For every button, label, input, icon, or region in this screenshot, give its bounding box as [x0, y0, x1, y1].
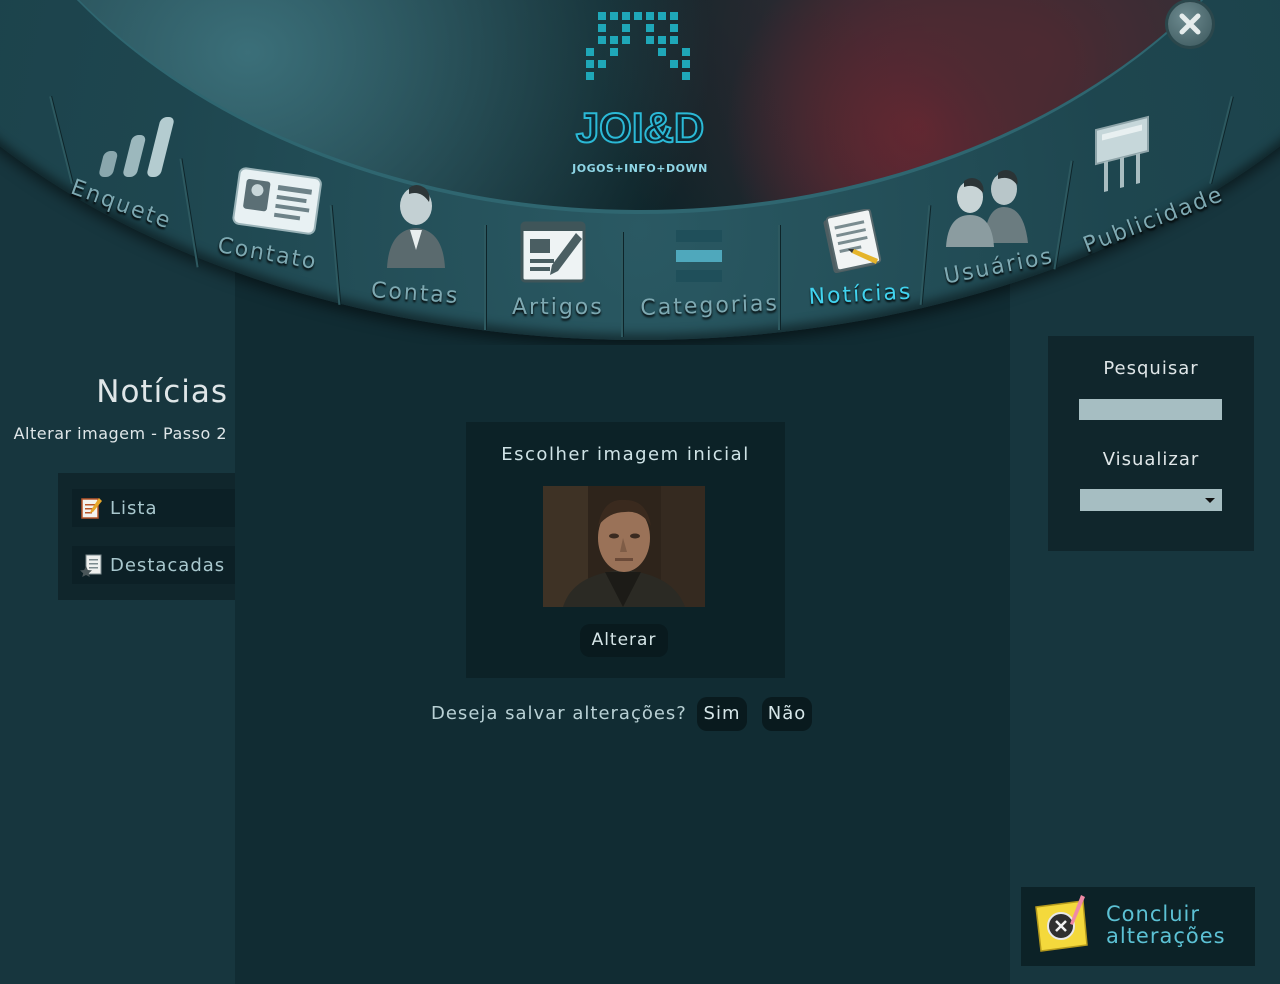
- portrait-image: [543, 486, 705, 607]
- nav-item-contas[interactable]: Contas: [345, 180, 480, 310]
- nav-item-contato[interactable]: Contato: [200, 165, 330, 285]
- nav-label: Notícias: [808, 279, 913, 310]
- nav-item-enquete[interactable]: Enquete: [67, 105, 190, 235]
- nav-label: Contato: [215, 233, 320, 276]
- search-label: Pesquisar: [1103, 358, 1199, 379]
- image-chooser-panel: Escolher imagem inicial Alterar: [466, 422, 785, 678]
- finish-changes-button[interactable]: Concluir alterações: [1021, 887, 1255, 966]
- side-menu-item-lista[interactable]: Lista: [72, 489, 235, 527]
- header: JOI&D JOGOS+INFO+DOWN Enquete Contato Co…: [0, 0, 1280, 345]
- nav-label: Categorias: [640, 291, 780, 321]
- users-icon: [946, 170, 1028, 247]
- nav-divider: [484, 225, 486, 330]
- finish-changes-line2: alterações: [1106, 924, 1226, 948]
- nav-item-noticias[interactable]: Notícias: [790, 205, 920, 315]
- side-menu: Lista Destacadas: [58, 473, 235, 600]
- no-button[interactable]: Não: [762, 697, 812, 731]
- sticky-note-x-icon: [1035, 895, 1088, 952]
- svg-text:JOI&D: JOI&D: [576, 104, 704, 151]
- side-menu-label: Destacadas: [110, 554, 226, 576]
- nav-item-usuarios[interactable]: Usuários: [930, 165, 1060, 295]
- user-icon: [387, 185, 445, 268]
- nav-label: Contas: [370, 278, 461, 310]
- close-icon: [1179, 13, 1201, 35]
- page-subtitle: Alterar imagem - Passo 2: [13, 424, 227, 443]
- nav-label: Enquete: [67, 175, 176, 235]
- view-label: Visualizar: [1102, 449, 1200, 470]
- contact-card-icon: [232, 167, 322, 235]
- search-panel: Pesquisar Visualizar: [1048, 336, 1254, 551]
- nav-label: Publicidade: [1080, 181, 1228, 259]
- image-chooser-title: Escolher imagem inicial: [501, 444, 750, 465]
- yes-button[interactable]: Sim: [697, 697, 747, 731]
- side-menu-label: Lista: [110, 497, 158, 519]
- billboard-icon: [1095, 115, 1149, 193]
- image-preview: [543, 486, 705, 607]
- page-title: Notícias: [96, 374, 228, 410]
- nav-divider: [621, 232, 623, 337]
- nav-item-artigos[interactable]: Artigos: [490, 215, 620, 325]
- article-edit-icon: [520, 221, 586, 283]
- nav-item-publicidade[interactable]: Publicidade: [1068, 105, 1227, 258]
- nav-item-categorias[interactable]: Categorias: [628, 222, 780, 327]
- logo-subtitle: JOGOS+INFO+DOWN: [572, 162, 708, 175]
- nav-label: Artigos: [512, 295, 604, 320]
- search-input[interactable]: [1079, 399, 1222, 420]
- close-button[interactable]: [1168, 2, 1212, 46]
- change-image-button[interactable]: Alterar: [580, 624, 668, 657]
- site-logo[interactable]: JOI&D JOGOS+INFO+DOWN: [560, 4, 720, 184]
- news-icon: [823, 209, 882, 274]
- finish-changes-label: Concluir alterações: [1106, 903, 1226, 947]
- save-question: Deseja salvar alterações?: [431, 703, 687, 724]
- list-edit-icon: [80, 496, 104, 520]
- bar-chart-icon: [99, 117, 174, 177]
- nav-label: Usuários: [942, 243, 1056, 290]
- logo-emblem-icon: JOI&D: [575, 12, 705, 152]
- finish-changes-line1: Concluir: [1106, 902, 1200, 926]
- side-menu-item-destacadas[interactable]: Destacadas: [72, 546, 235, 584]
- chevron-down-icon: [1205, 498, 1215, 503]
- featured-doc-icon: [80, 553, 104, 577]
- view-select[interactable]: [1080, 489, 1222, 511]
- categories-icon: [676, 230, 722, 282]
